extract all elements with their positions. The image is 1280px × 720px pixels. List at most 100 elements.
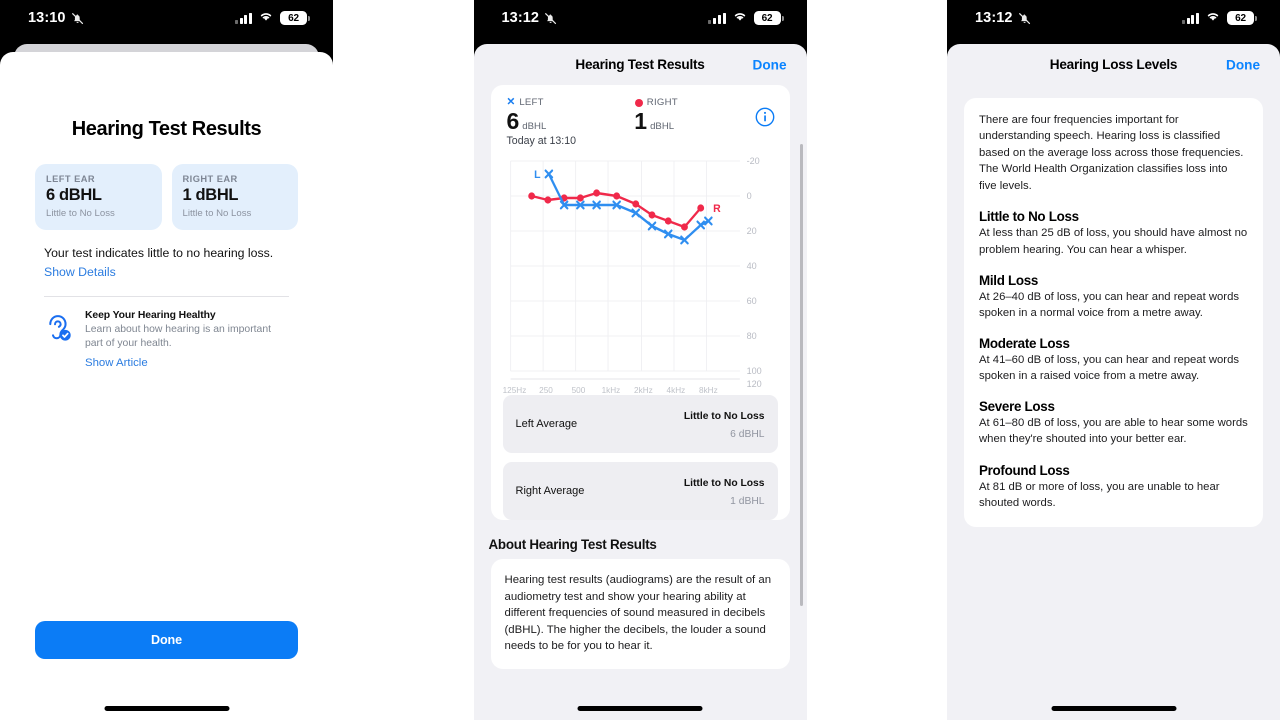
intro-paragraph: There are four frequencies important for… xyxy=(979,114,1244,192)
legend-left: ✕ LEFT xyxy=(507,97,544,108)
legend-left-label: LEFT xyxy=(519,97,544,108)
right-ear-value: 1 dBHL xyxy=(182,186,239,204)
status-bar: 13:10 62 xyxy=(0,0,333,36)
svg-text:40: 40 xyxy=(746,261,756,271)
svg-text:250: 250 xyxy=(539,385,553,395)
left-ear-card: LEFT EAR 6 dBHL Little to No Loss xyxy=(35,164,162,230)
navigation-bar: Hearing Test Results Done xyxy=(474,44,807,85)
svg-text:1kHz: 1kHz xyxy=(601,385,620,395)
left-average-value: 6 dBHL xyxy=(730,429,765,441)
level-body: At 41–60 dB of loss, you can hear and re… xyxy=(979,353,1239,383)
article-text: Keep Your Hearing Healthy Learn about ho… xyxy=(85,309,289,369)
level-title: Severe Loss xyxy=(979,399,1055,415)
timestamp: Today at 13:10 xyxy=(506,135,577,148)
svg-text:125Hz: 125Hz xyxy=(503,385,526,395)
level-body: At 81 dB or more of loss, you are unable… xyxy=(979,480,1220,509)
right-unit: dBHL xyxy=(650,121,675,132)
done-button[interactable]: Done xyxy=(35,621,298,659)
svg-text:100: 100 xyxy=(746,366,761,376)
level-body: At 26–40 dB of loss, you can hear and re… xyxy=(979,290,1239,319)
status-bar-time: 13:10 xyxy=(28,10,66,26)
status-bar: 13:12 62 xyxy=(947,0,1280,36)
svg-text:80: 80 xyxy=(746,331,756,341)
battery-indicator: 62 xyxy=(280,11,310,25)
left-unit: dBHL xyxy=(522,121,547,132)
spacer-right xyxy=(806,0,947,720)
left-value: 6 xyxy=(506,108,520,134)
right-ear-card: RIGHT EAR 1 dBHL Little to No Loss xyxy=(171,164,298,230)
battery-level: 62 xyxy=(1235,12,1246,24)
info-circle-icon[interactable] xyxy=(755,107,775,127)
level-body: At less than 25 dB of loss, you should h… xyxy=(979,227,1248,256)
wifi-icon xyxy=(258,10,274,26)
phone-panel-results-summary: 13:10 62 Hearing Test Results LEFT EAR 6… xyxy=(0,0,333,720)
level-title: Moderate Loss xyxy=(979,335,1070,351)
left-average-label: Left Average xyxy=(515,418,578,431)
left-ear-value: 6 dBHL xyxy=(46,186,102,204)
svg-text:4kHz: 4kHz xyxy=(666,385,685,395)
svg-text:60: 60 xyxy=(746,296,756,306)
y-axis-tick-labels: -20 0 20 40 60 80 100 120 xyxy=(746,156,761,389)
status-bar-time: 13:12 xyxy=(975,10,1013,26)
audiogram-card: ✕ LEFT RIGHT 6 dBHL 1 dBHL Today at 13:1… xyxy=(490,85,790,521)
battery-level: 62 xyxy=(288,12,299,24)
x-marker-icon: ✕ xyxy=(506,96,516,109)
home-indicator xyxy=(1051,706,1176,711)
chart-header: ✕ LEFT RIGHT 6 dBHL 1 dBHL Today at 13:1… xyxy=(491,85,790,147)
right-average-values: Little to No Loss 1 dBHL xyxy=(684,473,765,509)
right-average-row: Right Average Little to No Loss 1 dBHL xyxy=(502,462,778,521)
left-ear-label: LEFT EAR xyxy=(46,174,96,184)
audiogram-chart: -20 0 20 40 60 80 100 120 125Hz 250 500 … xyxy=(503,153,780,395)
right-value: 1 xyxy=(634,108,647,134)
status-bar-left: 13:12 xyxy=(975,10,1031,26)
audiogram-svg: -20 0 20 40 60 80 100 120 125Hz 250 500 … xyxy=(503,156,762,395)
show-details-link[interactable]: Show Details xyxy=(0,265,333,279)
chart-annotation-left: L xyxy=(534,169,541,181)
result-message: Your test indicates little to no hearing… xyxy=(44,246,274,260)
right-value-group: 1 dBHL xyxy=(634,109,674,133)
level-title: Little to No Loss xyxy=(979,209,1079,225)
loss-levels-card: There are four frequencies important for… xyxy=(964,98,1263,527)
status-bar: 13:12 62 xyxy=(474,0,807,36)
wifi-icon xyxy=(732,10,748,26)
left-average-values: Little to No Loss 6 dBHL xyxy=(684,406,765,442)
level-title: Profound Loss xyxy=(979,462,1070,478)
done-button[interactable]: Done xyxy=(753,57,787,72)
cellular-signal-icon xyxy=(234,12,252,24)
status-bar-right: 62 xyxy=(234,10,310,26)
level-body: At 61–80 dB of loss, you are able to hea… xyxy=(979,417,1248,446)
done-button[interactable]: Done xyxy=(1226,57,1260,72)
status-bar-right: 62 xyxy=(1181,10,1257,26)
dot-marker-icon xyxy=(634,98,643,107)
status-bar-left: 13:10 xyxy=(28,10,84,26)
svg-text:2kHz: 2kHz xyxy=(634,385,653,395)
series-left-markers xyxy=(544,169,713,245)
level-item: Severe Loss At 61–80 dB of loss, you are… xyxy=(979,399,1248,447)
svg-text:120: 120 xyxy=(746,379,761,389)
level-item: Mild Loss At 26–40 dB of loss, you can h… xyxy=(979,273,1248,321)
left-value-group: 6 dBHL xyxy=(507,109,547,133)
status-bar-left: 13:12 xyxy=(502,10,558,26)
legend-right: RIGHT xyxy=(634,97,678,108)
about-card: Hearing test results (audiograms) are th… xyxy=(490,559,790,669)
ear-check-icon xyxy=(44,312,73,343)
svg-text:20: 20 xyxy=(746,226,756,236)
show-article-link[interactable]: Show Article xyxy=(85,357,289,369)
right-ear-status: Little to No Loss xyxy=(182,208,252,219)
bell-slash-icon xyxy=(1018,12,1031,25)
right-average-value: 1 dBHL xyxy=(730,496,765,508)
value-row: 6 dBHL 1 dBHL xyxy=(507,109,774,133)
phone-panel-loss-levels: 13:12 62 Hearing Loss Levels Done There … xyxy=(947,0,1280,720)
phone-panel-audiogram: 13:12 62 Hearing Test Results Done ✕ LEF… xyxy=(473,0,807,720)
nav-title: Hearing Loss Levels xyxy=(1049,57,1178,72)
about-section-heading: About Hearing Test Results xyxy=(488,537,657,553)
article-promo[interactable]: Keep Your Hearing Healthy Learn about ho… xyxy=(0,297,333,369)
svg-text:-20: -20 xyxy=(746,156,759,166)
vertical-scrollbar[interactable] xyxy=(799,144,803,606)
level-item: Moderate Loss At 41–60 dB of loss, you c… xyxy=(979,336,1248,384)
level-title: Mild Loss xyxy=(979,272,1039,288)
level-item: Profound Loss At 81 dB or more of loss, … xyxy=(979,463,1248,511)
bell-slash-icon xyxy=(544,12,557,25)
left-average-row: Left Average Little to No Loss 6 dBHL xyxy=(502,395,778,454)
wifi-icon xyxy=(1205,10,1221,26)
